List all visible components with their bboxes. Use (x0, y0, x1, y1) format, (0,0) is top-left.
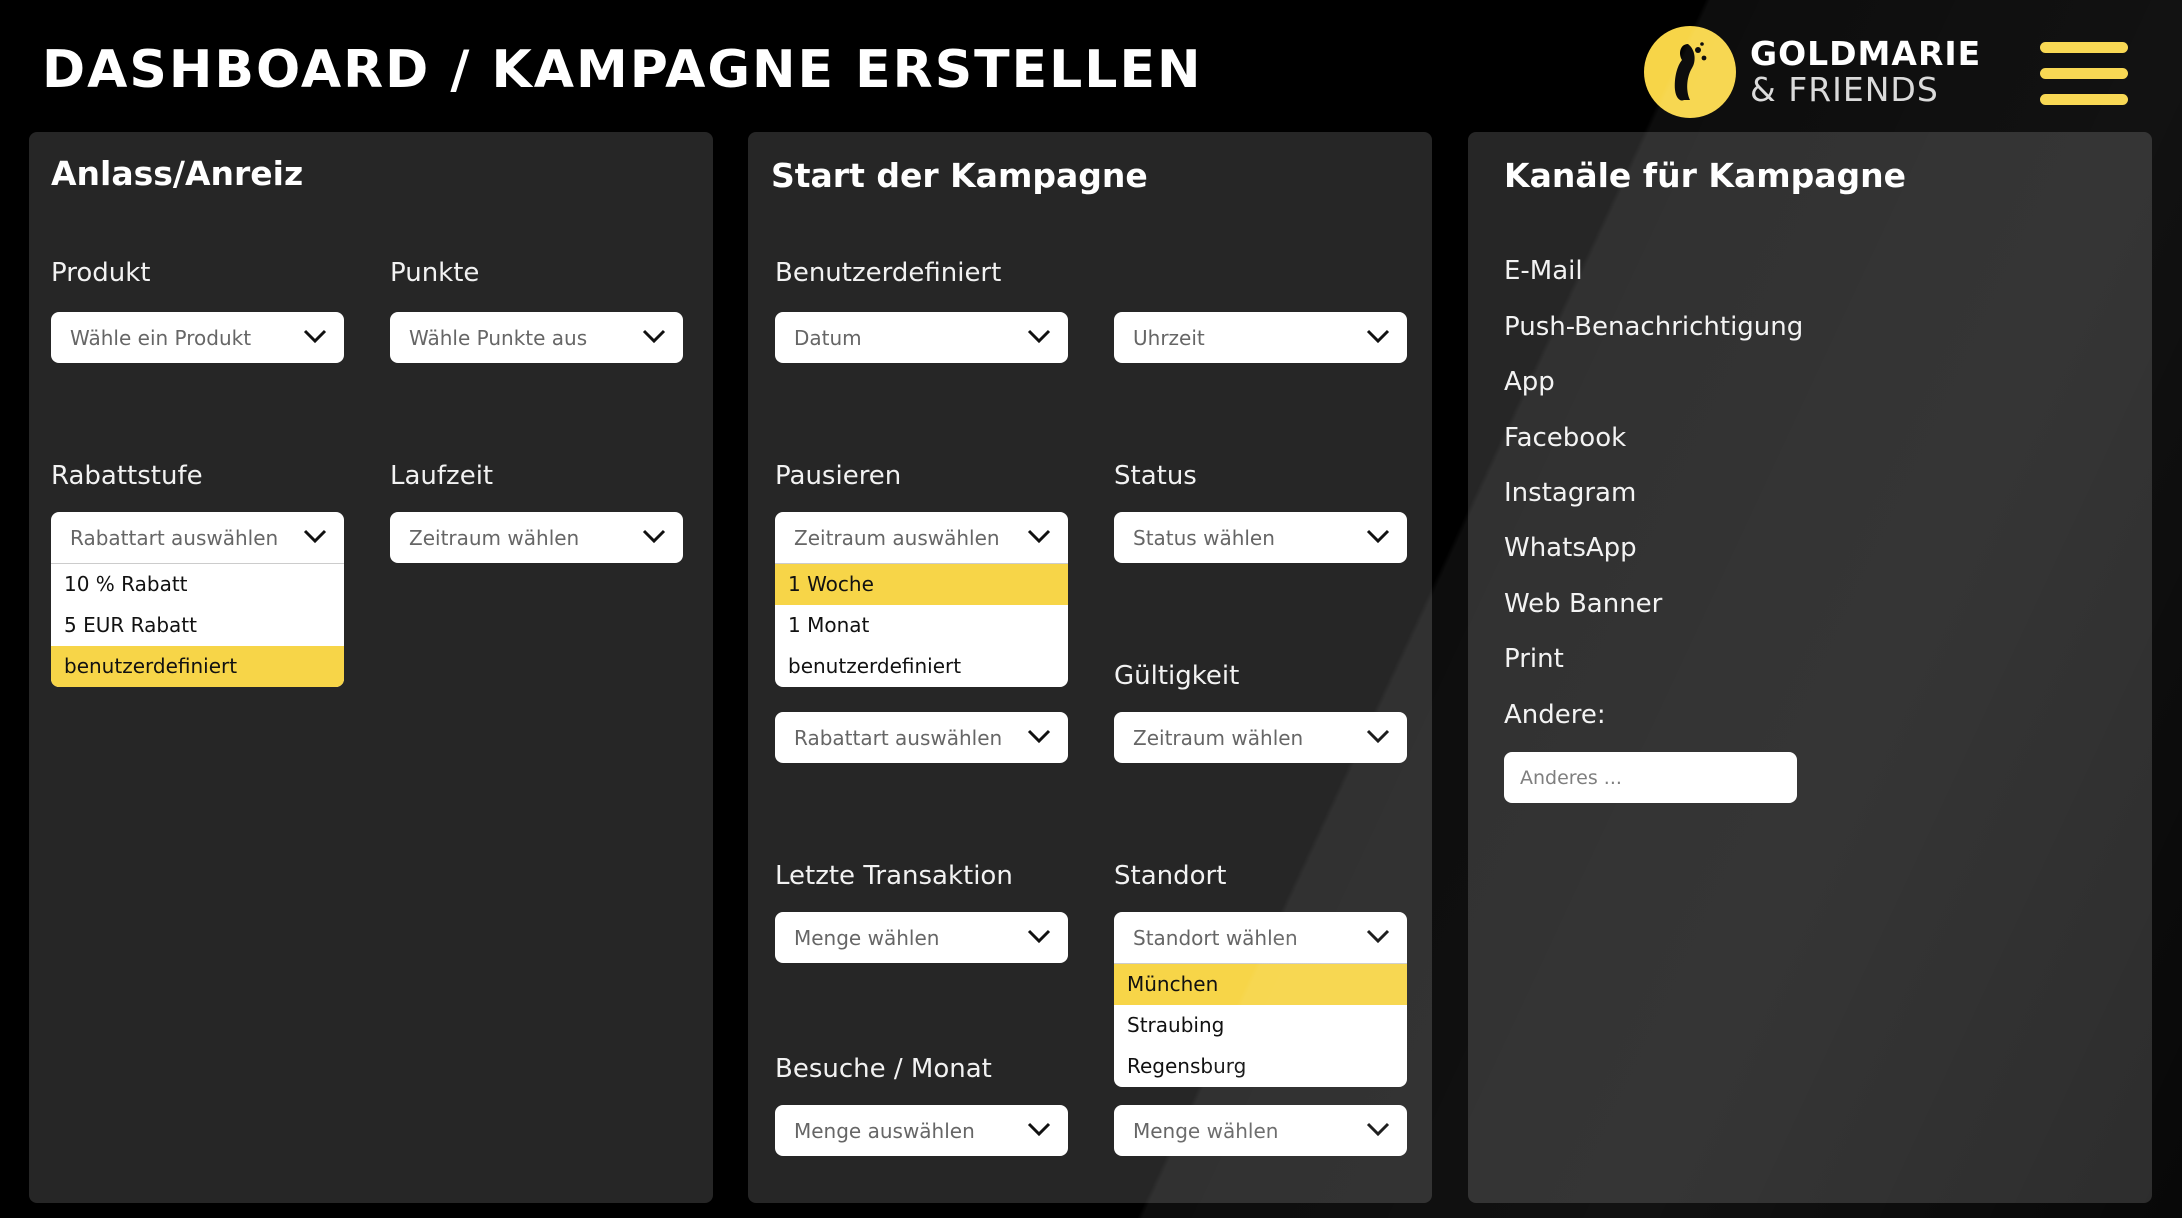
select-value: Zeitraum wählen (1133, 725, 1304, 750)
rabattstufe-select[interactable]: Rabattart auswählen (51, 512, 344, 563)
select-value: Menge wählen (1133, 1118, 1279, 1143)
status-label: Status (1114, 461, 1197, 491)
logo-mark (1644, 26, 1736, 118)
channel-app[interactable]: App (1504, 367, 1555, 397)
panel-title: Kanäle für Kampagne (1504, 156, 1907, 195)
select-value: Menge wählen (794, 925, 940, 950)
rabattstufe-label: Rabattstufe (51, 461, 203, 491)
andere-input[interactable] (1504, 752, 1797, 803)
uhrzeit-select[interactable]: Uhrzeit (1114, 312, 1407, 363)
gueltigkeit-select[interactable]: Zeitraum wählen (1114, 712, 1407, 763)
chevron-down-icon (642, 329, 666, 344)
dropdown-option[interactable]: Straubing (1114, 1005, 1407, 1046)
letzte-transaktion-label: Letzte Transaktion (775, 861, 1013, 891)
dropdown-option-selected[interactable]: benutzerdefiniert (51, 646, 344, 687)
dropdown-option[interactable]: 1 Monat (775, 605, 1068, 646)
pausieren-label: Pausieren (775, 461, 902, 491)
select-value: Status wählen (1133, 525, 1275, 550)
select-value: Zeitraum auswählen (794, 525, 1000, 550)
chevron-down-icon (1027, 329, 1051, 344)
gueltigkeit-label: Gültigkeit (1114, 661, 1240, 691)
select-value: Uhrzeit (1133, 325, 1205, 350)
channel-email[interactable]: E-Mail (1504, 256, 1583, 286)
select-value: Menge auswählen (794, 1118, 975, 1143)
laufzeit-label: Laufzeit (390, 461, 494, 491)
channel-push[interactable]: Push-Benachrichtigung (1504, 312, 1803, 342)
panel-kanaele: Kanäle für Kampagne E-Mail Push-Benachri… (1468, 132, 2152, 1203)
besuche-select[interactable]: Menge auswählen (775, 1105, 1068, 1156)
produkt-select[interactable]: Wähle ein Produkt (51, 312, 344, 363)
chevron-down-icon (642, 529, 666, 544)
channel-whatsapp[interactable]: WhatsApp (1504, 533, 1637, 563)
chevron-down-icon (1027, 1122, 1051, 1137)
channel-web-banner[interactable]: Web Banner (1504, 589, 1662, 619)
standort-label: Standort (1114, 861, 1227, 891)
chevron-down-icon (303, 529, 327, 544)
chevron-down-icon (1027, 929, 1051, 944)
chevron-down-icon (303, 329, 327, 344)
dropdown-option[interactable]: benutzerdefiniert (775, 646, 1068, 687)
page-title: DASHBOARD / KAMPAGNE ERSTELLEN (42, 40, 1203, 100)
dropdown-option-selected[interactable]: 1 Woche (775, 564, 1068, 605)
select-value: Standort wählen (1133, 925, 1298, 950)
chevron-down-icon (1366, 929, 1390, 944)
panel-anlass-anreiz: Anlass/Anreiz Produkt Wähle ein Produkt … (29, 132, 713, 1203)
menge-select[interactable]: Menge wählen (1114, 1105, 1407, 1156)
logo: GOLDMARIE & FRIENDS (1644, 26, 1981, 118)
datum-select[interactable]: Datum (775, 312, 1068, 363)
chevron-down-icon (1366, 729, 1390, 744)
chevron-down-icon (1366, 329, 1390, 344)
logo-text-line1: GOLDMARIE (1750, 34, 1982, 73)
besuche-label: Besuche / Monat (775, 1054, 992, 1084)
channel-instagram[interactable]: Instagram (1504, 478, 1636, 508)
select-value: Rabattart auswählen (794, 725, 1003, 750)
select-value: Rabattart auswählen (70, 525, 279, 550)
select-value: Datum (794, 325, 862, 350)
laufzeit-select[interactable]: Zeitraum wählen (390, 512, 683, 563)
standort-dropdown: München Straubing Regensburg (1114, 963, 1407, 1087)
panel-title: Anlass/Anreiz (51, 154, 304, 193)
pausieren-select[interactable]: Zeitraum auswählen (775, 512, 1068, 563)
chevron-down-icon (1366, 1122, 1390, 1137)
panel-start-der-kampagne: Start der Kampagne Benutzerdefiniert Dat… (748, 132, 1432, 1203)
dropdown-option[interactable]: 10 % Rabatt (51, 564, 344, 605)
andere-label: Andere: (1504, 700, 1606, 730)
dropdown-option[interactable]: Regensburg (1114, 1046, 1407, 1087)
status-select[interactable]: Status wählen (1114, 512, 1407, 563)
channel-facebook[interactable]: Facebook (1504, 423, 1626, 453)
chevron-down-icon (1366, 529, 1390, 544)
select-value: Wähle Punkte aus (409, 325, 588, 350)
pausieren-dropdown: 1 Woche 1 Monat benutzerdefiniert (775, 563, 1068, 687)
select-value: Wähle ein Produkt (70, 325, 252, 350)
benutzerdefiniert-label: Benutzerdefiniert (775, 258, 1002, 288)
chevron-down-icon (1027, 529, 1051, 544)
rabattstufe-dropdown: 10 % Rabatt 5 EUR Rabatt benutzerdefinie… (51, 563, 344, 687)
dropdown-option[interactable]: 5 EUR Rabatt (51, 605, 344, 646)
letzte-transaktion-select[interactable]: Menge wählen (775, 912, 1068, 963)
dropdown-option-selected[interactable]: München (1114, 964, 1407, 1005)
panel-title: Start der Kampagne (771, 156, 1148, 195)
select-value: Zeitraum wählen (409, 525, 580, 550)
rabattart-select[interactable]: Rabattart auswählen (775, 712, 1068, 763)
chevron-down-icon (1027, 729, 1051, 744)
channel-print[interactable]: Print (1504, 644, 1564, 674)
produkt-label: Produkt (51, 258, 151, 288)
punkte-select[interactable]: Wähle Punkte aus (390, 312, 683, 363)
logo-text-line2: & FRIENDS (1750, 70, 1939, 109)
punkte-label: Punkte (390, 258, 480, 288)
standort-select[interactable]: Standort wählen (1114, 912, 1407, 963)
hamburger-icon[interactable] (2040, 42, 2128, 106)
